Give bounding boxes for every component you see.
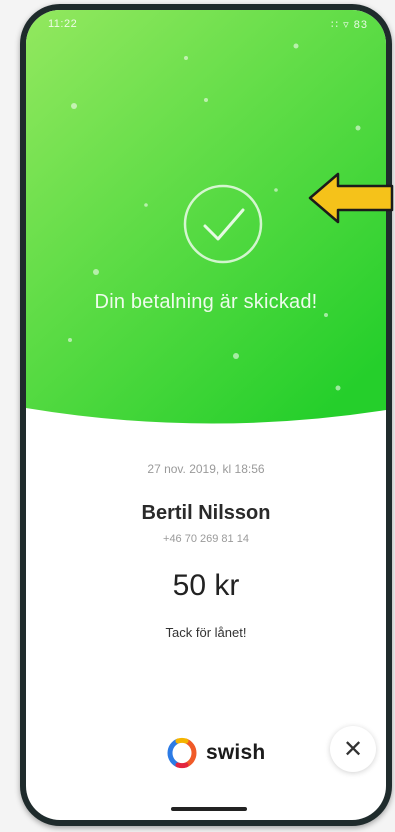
payment-amount: 50 kr [172, 569, 240, 602]
close-icon: ✕ [342, 735, 364, 763]
status-icons: ∷ ▿ 83 [331, 19, 368, 31]
page: 11:22 ∷ ▿ 83 Din betalning är skickad! 2… [0, 0, 395, 832]
success-hero: 11:22 ∷ ▿ 83 Din betalning är skickad! [26, 10, 386, 445]
app-screen: 11:22 ∷ ▿ 83 Din betalning är skickad! 2… [26, 10, 386, 820]
recipient-phone: +46 70 269 81 14 [163, 533, 249, 545]
status-time: 11:22 [48, 18, 78, 30]
payment-message: Tack för lånet! [165, 625, 247, 640]
annotation-arrow-icon [308, 172, 394, 224]
swish-logo-icon [167, 737, 197, 769]
recipient-name: Bertil Nilsson [141, 502, 271, 524]
checkmark-icon [183, 184, 263, 264]
close-button[interactable]: ✕ [330, 726, 376, 772]
swish-logo: swish [166, 735, 265, 771]
payment-details: 27 nov. 2019, kl 18:56 Bertil Nilsson +4… [26, 462, 386, 640]
swish-brand-text: swish [206, 741, 266, 764]
confirmation-text: Din betalning är skickad! [94, 291, 318, 313]
phone-frame: 11:22 ∷ ▿ 83 Din betalning är skickad! 2… [20, 4, 392, 826]
home-indicator[interactable] [171, 807, 247, 811]
payment-datetime: 27 nov. 2019, kl 18:56 [147, 462, 265, 476]
